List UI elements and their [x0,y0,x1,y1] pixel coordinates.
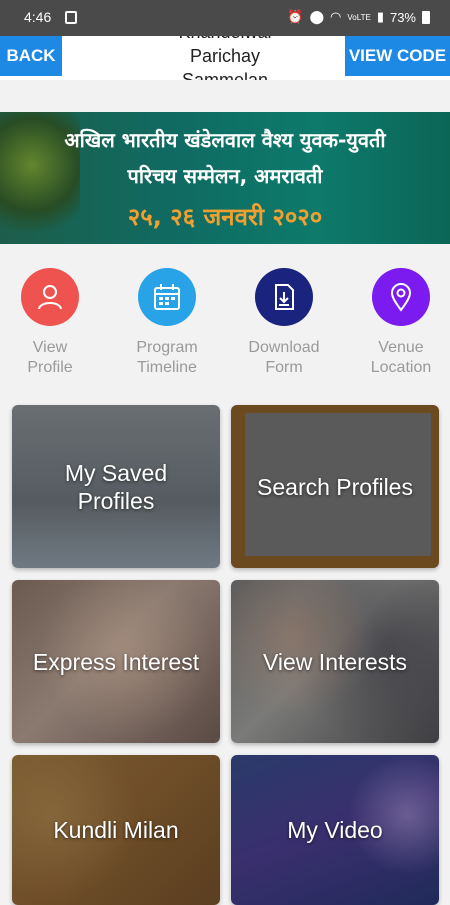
kundli-milan-label: Kundli Milan [53,817,179,843]
search-profiles-label: Search Profiles [257,473,413,500]
express-interest-tile[interactable]: Express Interest [12,580,220,743]
battery-icon [422,10,430,24]
banner-date: २५, २६ जनवरी २०२० [127,203,323,231]
event-banner: अखिल भारतीय खंडेलवाल वैश्य युवक-युवती पर… [0,112,450,244]
program-timeline-label: Program Timeline [136,339,198,376]
status-bar: 4:46 ⏰ ⬤ ◠ VoLTE ▮ 73% [0,0,450,36]
venue-location-action[interactable]: Venue Location [351,268,450,378]
view-interests-label: View Interests [262,648,408,675]
view-profile-label: View Profile [27,339,73,376]
download-form-label: Download Form [248,339,320,376]
search-profiles-tile[interactable]: Search Profiles [231,405,439,568]
message-icon [65,11,77,24]
banner-line-2: परिचय सम्मेलन, अमरावती [127,164,323,188]
network-type: VoLTE [347,12,371,22]
user-icon [21,268,79,326]
alarm-icon: ⏰ [287,9,304,24]
banner-line-1: अखिल भारतीय खंडेलवाल वैश्य युवक-युवती [64,128,386,152]
view-code-button[interactable]: VIEW CODE [345,36,450,76]
my-video-tile[interactable]: My Video [231,755,439,905]
calendar-icon [138,268,196,326]
back-button[interactable]: BACK [0,36,62,76]
my-saved-profiles-tile[interactable]: My Saved Profiles [12,405,220,568]
view-interests-tile[interactable]: View Interests [231,580,439,743]
app-title: Khandelwal Parichay Sammelan [178,36,271,80]
view-profile-action[interactable]: View Profile [0,268,100,378]
express-interest-label: Express Interest [32,648,200,675]
wifi-icon: ◠ [330,9,342,24]
signal-icon: ▮ [376,9,384,24]
my-video-label: My Video [287,817,383,843]
status-icons: ⏰ ⬤ ◠ VoLTE ▮ 73% [287,9,430,25]
status-time: 4:46 [24,9,52,25]
download-file-icon [255,268,313,326]
program-timeline-action[interactable]: Program Timeline [117,268,217,378]
my-saved-profiles-label: My Saved Profiles [64,459,168,514]
app-bar: BACK Khandelwal Parichay Sammelan VIEW C… [0,36,450,80]
location-pin-icon [372,268,430,326]
venue-location-label: Venue Location [370,339,432,376]
battery-percent: 73% [389,9,416,25]
kundli-milan-tile[interactable]: Kundli Milan [12,755,220,905]
download-form-action[interactable]: Download Form [234,268,334,378]
location-icon: ⬤ [309,9,325,24]
